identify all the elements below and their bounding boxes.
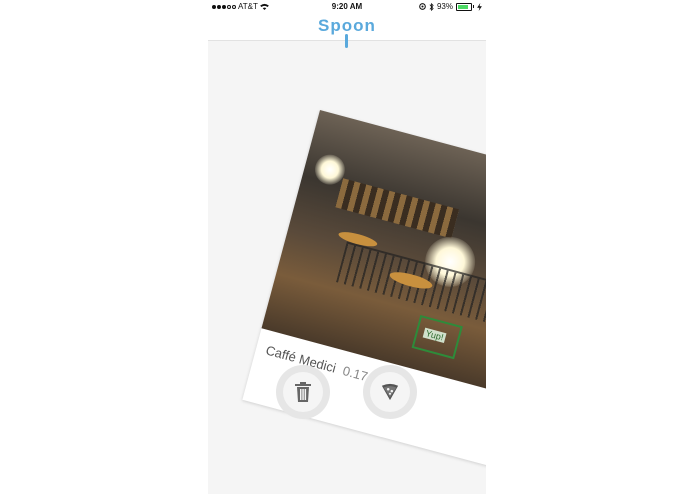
place-card[interactable]: Yup! Caffé Medici 0.17 mi <box>242 110 486 468</box>
delete-button-inner <box>283 372 323 412</box>
battery-icon <box>456 2 472 11</box>
trash-icon <box>295 382 311 402</box>
delete-button[interactable] <box>276 365 330 419</box>
detection-box: Yup! <box>411 314 463 360</box>
bluetooth-icon <box>429 2 434 11</box>
battery-fill <box>458 4 469 9</box>
battery-percent: 93% <box>436 2 453 11</box>
battery-tip <box>473 5 474 8</box>
spoon-icon <box>345 34 348 48</box>
status-right: 93% <box>419 2 482 11</box>
charging-icon <box>477 2 482 11</box>
pizza-button[interactable] <box>363 365 417 419</box>
nav-bar: Spoon <box>208 14 486 48</box>
phone-screen: AT&T 9:20 AM 93% Spoon Yup! Caffé Medici… <box>208 0 486 494</box>
pizza-button-inner <box>370 372 410 412</box>
location-icon <box>419 3 426 10</box>
status-bar: AT&T 9:20 AM 93% <box>208 0 486 14</box>
app-logo[interactable]: Spoon <box>208 16 486 36</box>
ceiling-beams <box>335 178 460 239</box>
yup-label: Yup! <box>422 327 447 344</box>
pizza-icon <box>381 383 399 401</box>
